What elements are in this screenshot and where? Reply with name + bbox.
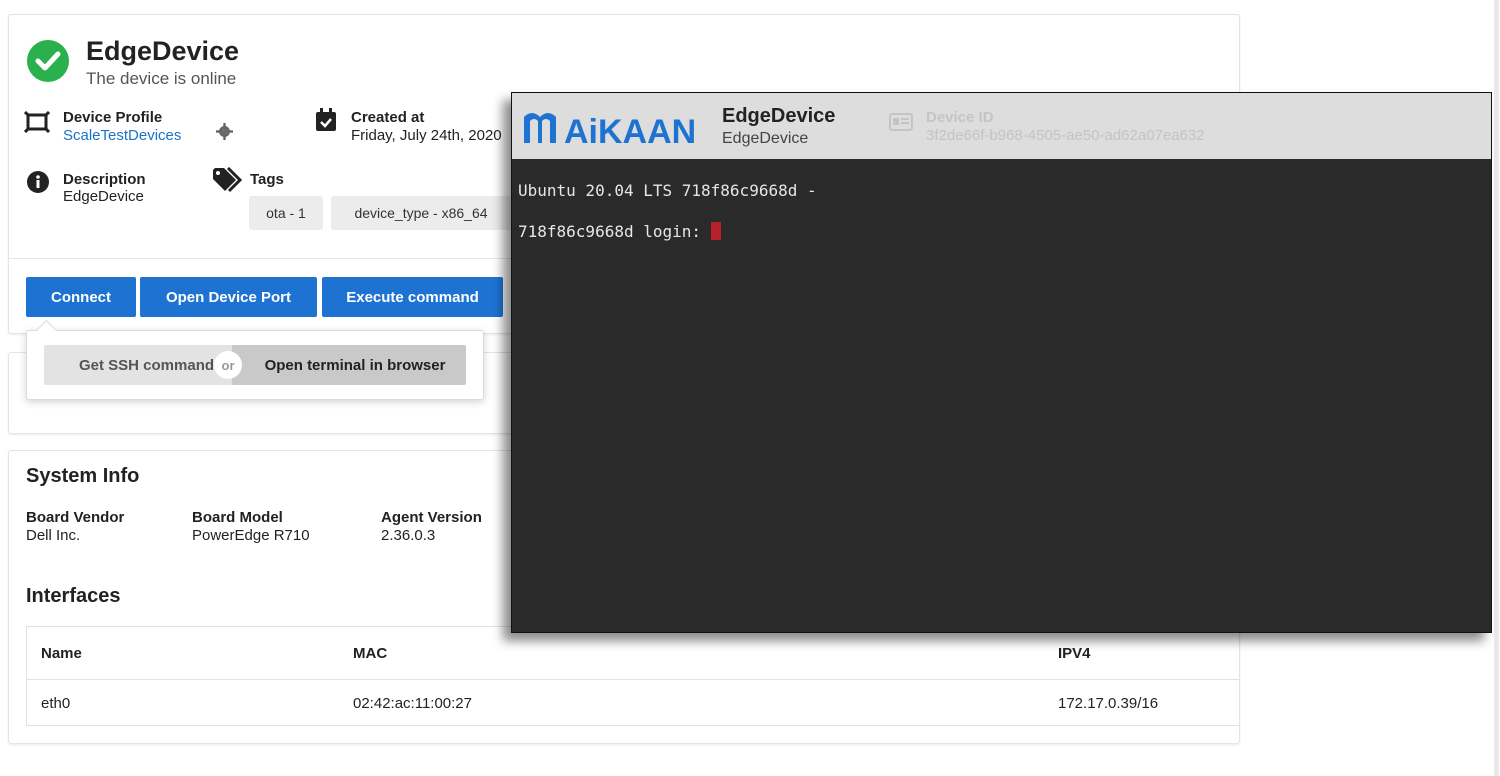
description-label: Description [63, 171, 146, 188]
tag-chip[interactable]: ota - 1 [249, 196, 323, 230]
image-name-value: aiagent-unknown [783, 527, 898, 544]
info-icon [27, 171, 49, 193]
board-vendor-value: Dell Inc. [26, 527, 81, 544]
device-name: EdgeDevice [86, 36, 240, 66]
description-value: EdgeDevice [63, 188, 144, 205]
board-vendor-label: Board Vendor [26, 509, 125, 526]
device-id-value: 3f2de66f-b968-4505-ae50-ad62a07ea632 [926, 127, 1205, 144]
scrollbar-track[interactable] [1494, 0, 1499, 776]
created-at-label: Created at [351, 109, 425, 126]
table-row: eth0 02:42:ac:11:00:27 172.17.0.39/16 [27, 680, 1239, 725]
agent-version-value: 2.36.0.3 [381, 527, 436, 544]
board-model-label: Board Model [192, 509, 283, 526]
terminal-device-subtitle: EdgeDevice [722, 130, 809, 147]
connect-popover: Get SSH command Open terminal in browser… [26, 319, 484, 400]
device-id-label: Device ID [926, 109, 994, 126]
device-status-text: The device is online [86, 69, 237, 88]
created-at-value: Friday, July 24th, 2020 [351, 127, 502, 144]
open-terminal-button[interactable]: Open terminal in browser [232, 345, 466, 385]
device-profile-icon [23, 110, 51, 134]
column-header-ipv4: IPV4 [1058, 645, 1091, 662]
tags-label: Tags [250, 171, 284, 188]
tags-icon [212, 166, 244, 193]
terminal-cursor[interactable] [710, 222, 721, 240]
terminal-screen[interactable]: artifact_name - script-file-13_INCONSIST… [516, 159, 1487, 629]
aikaan-logo: AiKAAN [522, 103, 712, 151]
id-card-icon [889, 113, 913, 131]
terminal-prompt-line: 718f86c9668d login: [518, 222, 721, 241]
terminal-window: AiKAAN EdgeDevice EdgeDevice Device ID 3… [511, 92, 1492, 633]
interfaces-table: Name MAC IPV4 eth0 02:42:ac:11:00:27 172… [26, 626, 1239, 726]
interfaces-title: Interfaces [26, 585, 121, 607]
agent-released-label: Agent Released on [549, 509, 685, 526]
system-info-title: System Info [26, 465, 140, 487]
artifact-tag-ghost: artifact_name - script-file-13_INCONSIST… [530, 207, 816, 223]
terminal-output-line: Ubuntu 20.04 LTS 718f86c9668d - [518, 181, 817, 200]
aikaan-brand-text: AiKAAN [564, 113, 696, 149]
board-model-value: PowerEdge R710 [192, 527, 310, 544]
open-device-port-button[interactable]: Open Device Port [140, 277, 317, 317]
column-header-name: Name [41, 645, 82, 662]
tag-chip[interactable]: device_type - x86_64 [331, 196, 511, 230]
agent-released-value: July 23, 2020 10:46 PM [549, 527, 707, 544]
gear-icon[interactable] [216, 123, 233, 140]
interface-mac-cell: 02:42:ac:11:00:27 [353, 695, 472, 712]
interface-ipv4-cell: 172.17.0.39/16 [1058, 695, 1159, 712]
last-artifact-label: Last Deployed Artifact [972, 509, 1131, 526]
execute-command-button[interactable]: Execute command [322, 277, 503, 317]
terminal-prompt-text: 718f86c9668d login: [518, 222, 711, 241]
last-artifact-value: script-file-13_INCONSISTENT [972, 527, 1174, 544]
device-profile-label: Device Profile [63, 109, 163, 126]
calendar-check-icon [315, 108, 337, 132]
or-divider-label: or [214, 351, 242, 379]
table-header-row: Name MAC IPV4 [27, 627, 1239, 680]
device-profile-link[interactable]: ScaleTestDevices [63, 127, 181, 144]
terminal-device-title: EdgeDevice [722, 105, 836, 127]
column-header-mac: MAC [353, 645, 388, 662]
terminal-header: AiKAAN EdgeDevice EdgeDevice Device ID 3… [512, 93, 1491, 159]
agent-version-label: Agent Version [381, 509, 482, 526]
image-name-label: Image Name [783, 509, 872, 526]
interface-name-cell: eth0 [41, 695, 71, 712]
online-status-icon [27, 40, 69, 82]
connect-button[interactable]: Connect [26, 277, 136, 317]
